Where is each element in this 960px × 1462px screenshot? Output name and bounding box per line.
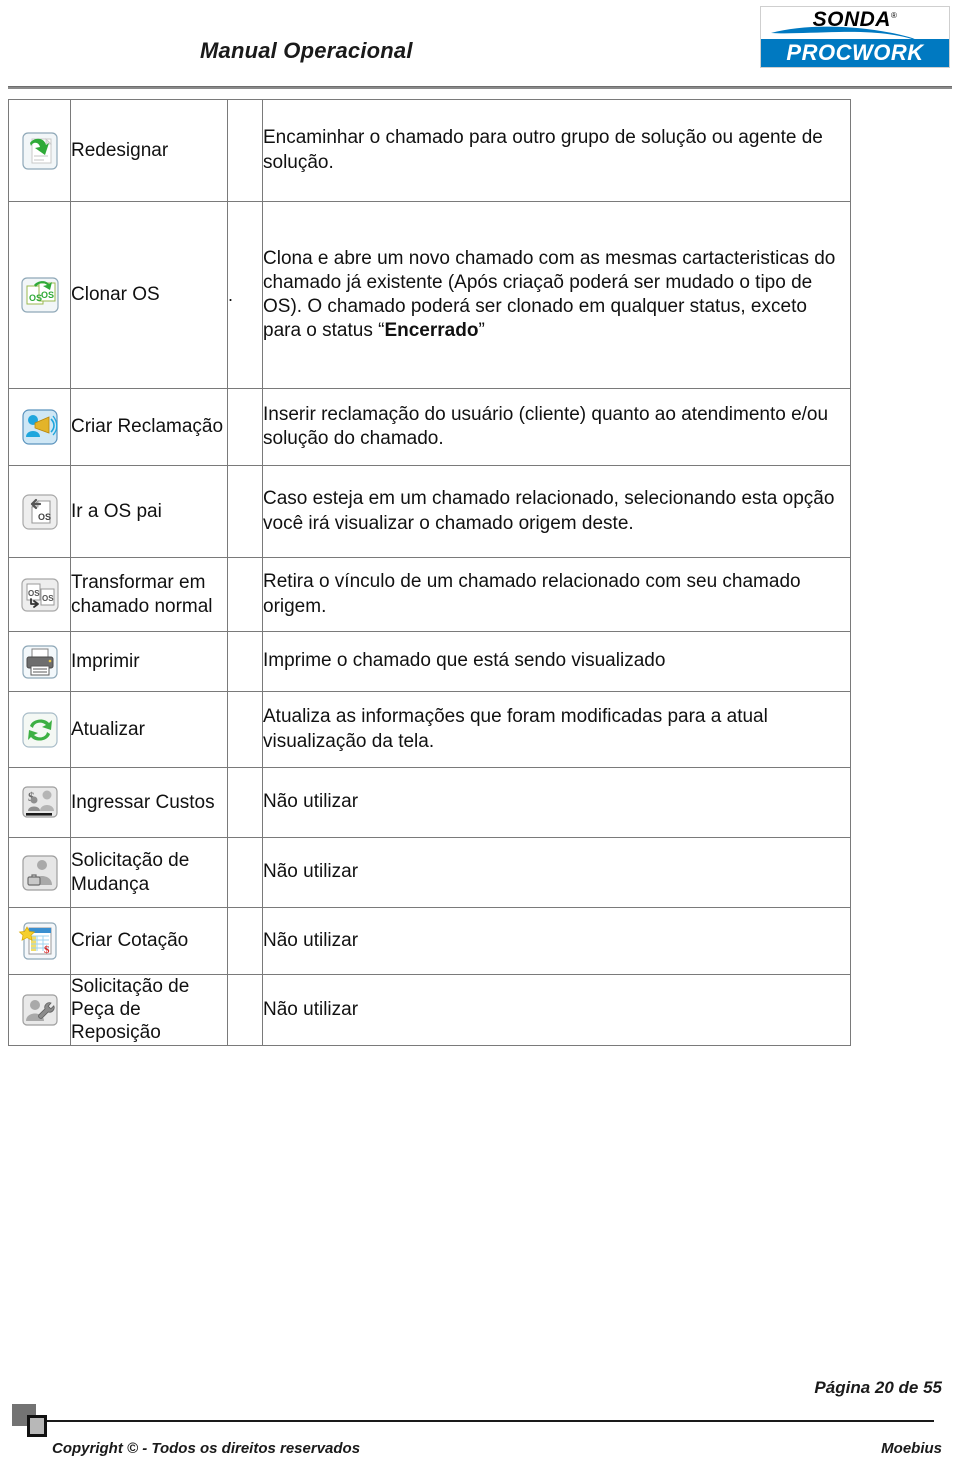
ir-a-os-pai-icon: OS <box>18 490 62 534</box>
redesignar-icon <box>18 129 62 173</box>
action-label: Ingressar Custos <box>70 767 228 838</box>
action-label: Criar Cotação <box>70 907 228 975</box>
desc-bold-text: Encerrado <box>384 320 479 342</box>
action-label: Transformar em chamado normal <box>70 557 228 632</box>
action-description: Atualiza as informações que foram modifi… <box>262 691 851 768</box>
desc-text: Não utilizar <box>263 791 359 813</box>
action-label: Clonar OS <box>70 201 228 389</box>
table-row: OS OS Transformar em chamado normal Reti… <box>8 557 851 632</box>
action-label: Imprimir <box>70 631 228 692</box>
imprimir-icon <box>18 640 62 684</box>
table-row: Solicitação de Mudança Não utilizar <box>8 837 851 908</box>
svg-text:OS: OS <box>38 512 51 522</box>
action-description: Não utilizar <box>262 907 851 975</box>
action-label: Redesignar <box>70 99 228 202</box>
action-description: Caso esteja em um chamado relacionado, s… <box>262 465 851 558</box>
icon-cell: OS OS <box>8 557 71 632</box>
icon-cell <box>8 974 71 1046</box>
logo-sonda-label: SONDA <box>812 8 891 31</box>
spacer-cell: . <box>227 201 263 389</box>
atualizar-icon <box>18 708 62 752</box>
svg-text:OS: OS <box>42 594 54 603</box>
svg-text:OS: OS <box>28 589 40 598</box>
table-row: Imprimir Imprime o chamado que está send… <box>8 631 851 692</box>
desc-text: Retira o vínculo de um chamado relaciona… <box>263 571 801 617</box>
action-description: Não utilizar <box>262 767 851 838</box>
icon-cell: $ <box>8 907 71 975</box>
page-header: Manual Operacional SONDA® PROCWORK <box>0 0 960 96</box>
transformar-chamado-normal-icon: OS OS <box>18 573 62 617</box>
desc-text: Imprime o chamado que está sendo visuali… <box>263 650 666 672</box>
action-description: Retira o vínculo de um chamado relaciona… <box>262 557 851 632</box>
action-description: Inserir reclamação do usuário (cliente) … <box>262 388 851 466</box>
table-row: Criar Reclamação Inserir reclamação do u… <box>8 388 851 466</box>
spacer-cell <box>227 767 263 838</box>
copyright-notice: Copyright © - Todos os direitos reservad… <box>52 1440 361 1457</box>
desc-text: Clona e abre um novo chamado com as mesm… <box>263 247 836 342</box>
action-description: Encaminhar o chamado para outro grupo de… <box>262 99 851 202</box>
desc-text: Não utilizar <box>263 861 359 883</box>
table-row: Atualizar Atualiza as informações que fo… <box>8 691 851 768</box>
action-label: Criar Reclamação <box>70 388 228 466</box>
icon-cell: OS OS <box>8 201 71 389</box>
icon-cell <box>8 99 71 202</box>
table-row: OS Ir a OS pai Caso esteja em um chamado… <box>8 465 851 558</box>
spacer-cell <box>227 99 263 202</box>
action-label: Solicitação de Mudança <box>70 837 228 908</box>
spacer-cell <box>227 907 263 975</box>
desc-text: Caso esteja em um chamado relacionado, s… <box>263 488 835 534</box>
page-title: Manual Operacional <box>200 38 413 63</box>
icon-cell: $ <box>8 767 71 838</box>
icon-cell: OS <box>8 465 71 558</box>
icon-cell <box>8 631 71 692</box>
table-row: $ Ingressar Custos Não utilizar <box>8 767 851 838</box>
logo-sonda-text: SONDA® <box>761 8 949 32</box>
action-description: Não utilizar <box>262 837 851 908</box>
desc-text: Encaminhar o chamado para outro grupo de… <box>263 127 823 173</box>
footer-brand: Moebius <box>881 1440 942 1457</box>
icon-cell <box>8 388 71 466</box>
desc-text: Não utilizar <box>263 929 359 951</box>
svg-text:$: $ <box>44 944 50 956</box>
actions-table: Redesignar Encaminhar o chamado para out… <box>8 99 851 1046</box>
page-footer: Página 20 de 55 Copyright © - Todos os d… <box>0 1378 960 1462</box>
spacer-cell <box>227 974 263 1046</box>
action-label: Solicitação de Peça de Reposição <box>70 974 228 1046</box>
clonar-os-icon: OS OS <box>18 273 62 317</box>
action-label: Ir a OS pai <box>70 465 228 558</box>
footer-decoration-light-square <box>27 1415 47 1437</box>
svg-text:OS: OS <box>41 290 54 300</box>
solicitacao-mudanca-icon <box>18 851 62 895</box>
logo-procwork-text: PROCWORK <box>786 40 924 65</box>
desc-text: Atualiza as informações que foram modifi… <box>263 706 768 752</box>
page-number: Página 20 de 55 <box>814 1378 942 1397</box>
desc-text-post: ” <box>478 320 485 342</box>
icon-cell <box>8 837 71 908</box>
footer-divider <box>28 1420 934 1422</box>
icon-cell <box>8 691 71 768</box>
criar-reclamacao-icon <box>18 405 62 449</box>
action-description: Imprime o chamado que está sendo visuali… <box>262 631 851 692</box>
desc-text: Não utilizar <box>263 998 359 1020</box>
ingressar-custos-icon: $ <box>18 781 62 825</box>
spacer-cell <box>227 388 263 466</box>
header-divider <box>8 86 952 89</box>
table-row: Redesignar Encaminhar o chamado para out… <box>8 99 851 202</box>
registered-mark-icon: ® <box>890 11 898 20</box>
table-row: Solicitação de Peça de Reposição Não uti… <box>8 974 851 1046</box>
spacer-cell <box>227 837 263 908</box>
spacer-cell <box>227 465 263 558</box>
table-row: $ Criar Cotação Não utilizar <box>8 907 851 975</box>
spacer-cell <box>227 691 263 768</box>
table-row: OS OS Clonar OS . Clona e abre um novo c… <box>8 201 851 389</box>
action-label: Atualizar <box>70 691 228 768</box>
desc-text: Inserir reclamação do usuário (cliente) … <box>263 403 829 449</box>
spacer-cell <box>227 631 263 692</box>
sonda-procwork-logo: SONDA® PROCWORK <box>760 6 950 68</box>
criar-cotacao-icon: $ <box>18 919 62 963</box>
action-description: Clona e abre um novo chamado com as mesm… <box>262 201 851 389</box>
solicitacao-peca-reposicao-icon <box>18 988 62 1032</box>
spacer-cell <box>227 557 263 632</box>
action-description: Não utilizar <box>262 974 851 1046</box>
